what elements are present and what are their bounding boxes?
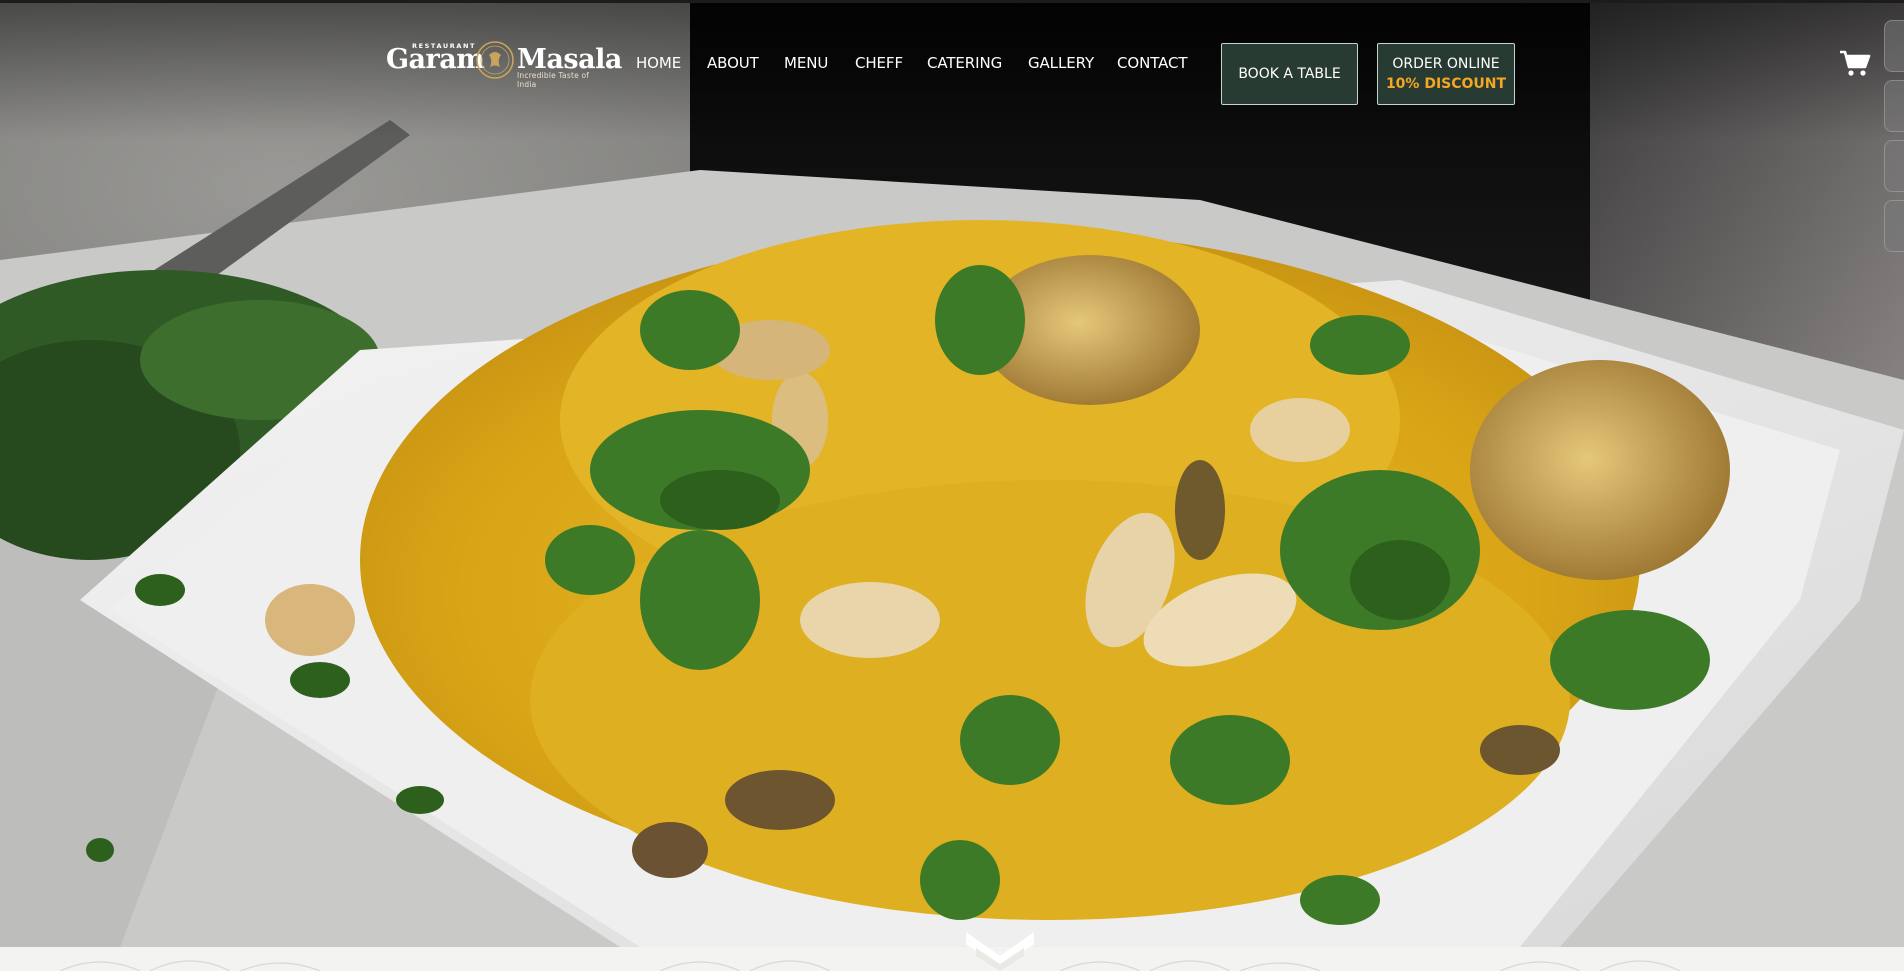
decorative-pattern: [59, 960, 1681, 971]
order-discount-label: 10% DISCOUNT: [1385, 76, 1507, 92]
side-widget-bar: [1884, 8, 1904, 258]
order-online-label: ORDER ONLINE: [1392, 56, 1500, 72]
section-divider-strip: [0, 947, 1904, 971]
shopping-cart-icon[interactable]: [1839, 49, 1871, 77]
nav-item-cheff[interactable]: CHEFF: [855, 54, 903, 72]
side-widget-4[interactable]: [1884, 200, 1904, 252]
logo-tagline: Incredible Taste of India: [517, 71, 590, 89]
nav-item-contact[interactable]: CONTACT: [1117, 54, 1188, 72]
nav-item-home[interactable]: HOME: [636, 54, 681, 72]
site-header: RESTAURANT Garam Masala Incredible Taste…: [0, 0, 1904, 130]
nav-item-gallery[interactable]: GALLERY: [1028, 54, 1094, 72]
top-border: [0, 0, 1904, 3]
nav-item-catering[interactable]: CATERING: [927, 54, 1002, 72]
side-widget-1[interactable]: [1884, 20, 1904, 72]
nav-item-about[interactable]: ABOUT: [707, 54, 759, 72]
logo-emblem-icon: [476, 41, 514, 79]
book-table-label: BOOK A TABLE: [1238, 66, 1341, 82]
side-widget-2[interactable]: [1884, 80, 1904, 132]
chevron-down-icon[interactable]: [962, 930, 1038, 971]
hero-biryani-photo: [0, 0, 1904, 947]
brand-logo[interactable]: RESTAURANT Garam Masala Incredible Taste…: [386, 38, 622, 89]
book-table-button[interactable]: BOOK A TABLE: [1221, 43, 1358, 105]
side-widget-3[interactable]: [1884, 140, 1904, 192]
logo-name-left: Garam: [386, 44, 485, 75]
hero-section: [0, 0, 1904, 947]
nav-item-menu[interactable]: MENU: [784, 54, 828, 72]
order-online-button[interactable]: ORDER ONLINE 10% DISCOUNT: [1377, 43, 1515, 105]
